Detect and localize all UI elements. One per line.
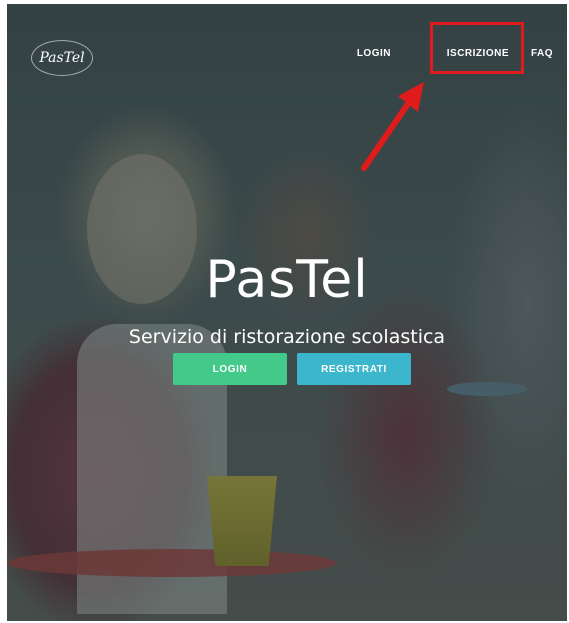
hero-login-button[interactable]: LOGIN (173, 353, 287, 385)
hero-register-button[interactable]: REGISTRATI (297, 353, 411, 385)
annotation-highlight-box (430, 22, 524, 74)
background-overlay (7, 4, 567, 621)
hero-subtitle: Servizio di ristorazione scolastica (128, 326, 446, 348)
hero-section: PasTel LOGIN ISCRIZIONE FAQ PasTel Servi… (7, 4, 567, 621)
site-logo[interactable]: PasTel (31, 40, 93, 76)
annotation-arrow-icon (361, 82, 424, 171)
hero-title: PasTel (205, 250, 369, 310)
nav-login-link[interactable]: LOGIN (349, 44, 399, 63)
logo-text: PasTel (39, 50, 85, 66)
nav-faq-link[interactable]: FAQ (523, 44, 561, 63)
